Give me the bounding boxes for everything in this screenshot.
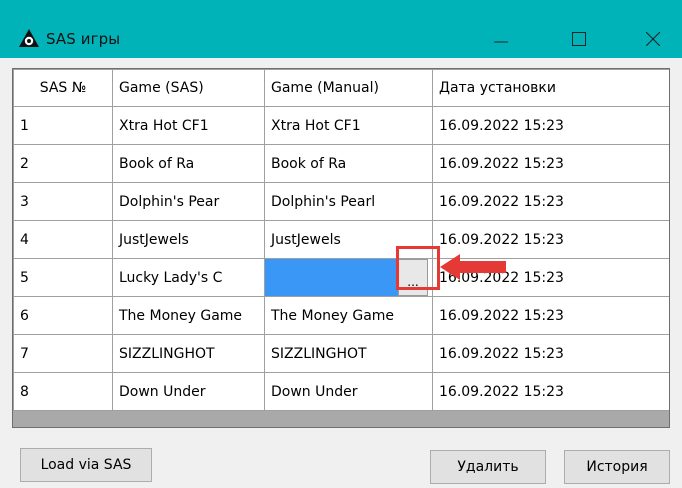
close-button[interactable] <box>630 22 676 56</box>
cell-sas-no[interactable]: 7 <box>13 334 113 373</box>
cell-game-manual[interactable]: Dolphin's Pearl <box>264 182 433 221</box>
title-bar: SAS игры <box>0 0 682 58</box>
column-header-game-manual[interactable]: Game (Manual) <box>264 69 433 107</box>
table-row[interactable]: 7 SIZZLINGHOT SIZZLINGHOT 16.09.2022 15:… <box>13 334 669 373</box>
cell-game-manual[interactable]: Book of Ra <box>264 144 433 183</box>
table-row[interactable]: 8 Down Under Down Under 16.09.2022 15:23 <box>13 372 669 411</box>
cell-game-sas[interactable]: JustJewels <box>112 220 265 259</box>
cell-game-manual[interactable]: Down Under <box>264 372 433 411</box>
cell-sas-no[interactable]: 5 <box>13 258 113 297</box>
minimize-icon <box>494 41 508 43</box>
cell-install-date[interactable]: 16.09.2022 15:23 <box>432 372 669 411</box>
cell-sas-no[interactable]: 1 <box>13 106 113 145</box>
maximize-button[interactable] <box>556 22 602 56</box>
browse-ellipsis-button[interactable]: ... <box>398 259 428 296</box>
games-grid[interactable]: SAS № Game (SAS) Game (Manual) Дата уста… <box>12 68 670 428</box>
games-table: SAS № Game (SAS) Game (Manual) Дата уста… <box>13 69 669 411</box>
cell-game-sas[interactable]: Lucky Lady's C <box>112 258 265 297</box>
load-via-sas-button[interactable]: Load via SAS <box>20 448 152 482</box>
cell-game-sas[interactable]: Down Under <box>112 372 265 411</box>
column-header-game-sas[interactable]: Game (SAS) <box>112 69 265 107</box>
cell-sas-no[interactable]: 3 <box>13 182 113 221</box>
table-row[interactable]: 2 Book of Ra Book of Ra 16.09.2022 15:23 <box>13 144 669 183</box>
cell-game-sas[interactable]: SIZZLINGHOT <box>112 334 265 373</box>
close-icon <box>646 32 660 46</box>
column-header-sas-no[interactable]: SAS № <box>13 69 113 107</box>
delete-button[interactable]: Удалить <box>430 450 546 484</box>
window-title: SAS игры <box>46 30 121 48</box>
table-row-editing[interactable]: 5 Lucky Lady's C ... 16.09.2022 15:23 <box>13 258 669 297</box>
cell-game-manual[interactable]: SIZZLINGHOT <box>264 334 433 373</box>
cell-game-sas[interactable]: Xtra Hot CF1 <box>112 106 265 145</box>
cell-sas-no[interactable]: 2 <box>13 144 113 183</box>
table-row[interactable]: 4 JustJewels JustJewels 16.09.2022 15:23 <box>13 220 669 259</box>
maximize-icon <box>572 32 586 46</box>
header-row: SAS № Game (SAS) Game (Manual) Дата уста… <box>13 69 669 107</box>
cell-install-date[interactable]: 16.09.2022 15:23 <box>432 144 669 183</box>
table-row[interactable]: 6 The Money Game The Money Game 16.09.20… <box>13 296 669 335</box>
cell-install-date[interactable]: 16.09.2022 15:23 <box>432 334 669 373</box>
cell-install-date[interactable]: 16.09.2022 15:23 <box>432 258 669 297</box>
cell-sas-no[interactable]: 8 <box>13 372 113 411</box>
cell-install-date[interactable]: 16.09.2022 15:23 <box>432 220 669 259</box>
sas-logo-icon <box>18 28 40 48</box>
cell-install-date[interactable]: 16.09.2022 15:23 <box>432 182 669 221</box>
cell-sas-no[interactable]: 4 <box>13 220 113 259</box>
cell-install-date[interactable]: 16.09.2022 15:23 <box>432 106 669 145</box>
cell-install-date[interactable]: 16.09.2022 15:23 <box>432 296 669 335</box>
history-button[interactable]: История <box>564 450 670 484</box>
cell-sas-no[interactable]: 6 <box>13 296 113 335</box>
cell-game-manual-editing[interactable]: ... <box>264 258 433 297</box>
column-header-install-date[interactable]: Дата установки <box>432 69 669 107</box>
table-row[interactable]: 1 Xtra Hot CF1 Xtra Hot CF1 16.09.2022 1… <box>13 106 669 145</box>
cell-game-sas[interactable]: Book of Ra <box>112 144 265 183</box>
cell-game-manual[interactable]: JustJewels <box>264 220 433 259</box>
cell-game-manual[interactable]: The Money Game <box>264 296 433 335</box>
cell-game-manual[interactable]: Xtra Hot CF1 <box>264 106 433 145</box>
cell-game-sas[interactable]: The Money Game <box>112 296 265 335</box>
game-manual-edit-field[interactable] <box>265 259 398 296</box>
table-row[interactable]: 3 Dolphin's Pear Dolphin's Pearl 16.09.2… <box>13 182 669 221</box>
cell-game-sas[interactable]: Dolphin's Pear <box>112 182 265 221</box>
minimize-button[interactable] <box>478 22 524 56</box>
